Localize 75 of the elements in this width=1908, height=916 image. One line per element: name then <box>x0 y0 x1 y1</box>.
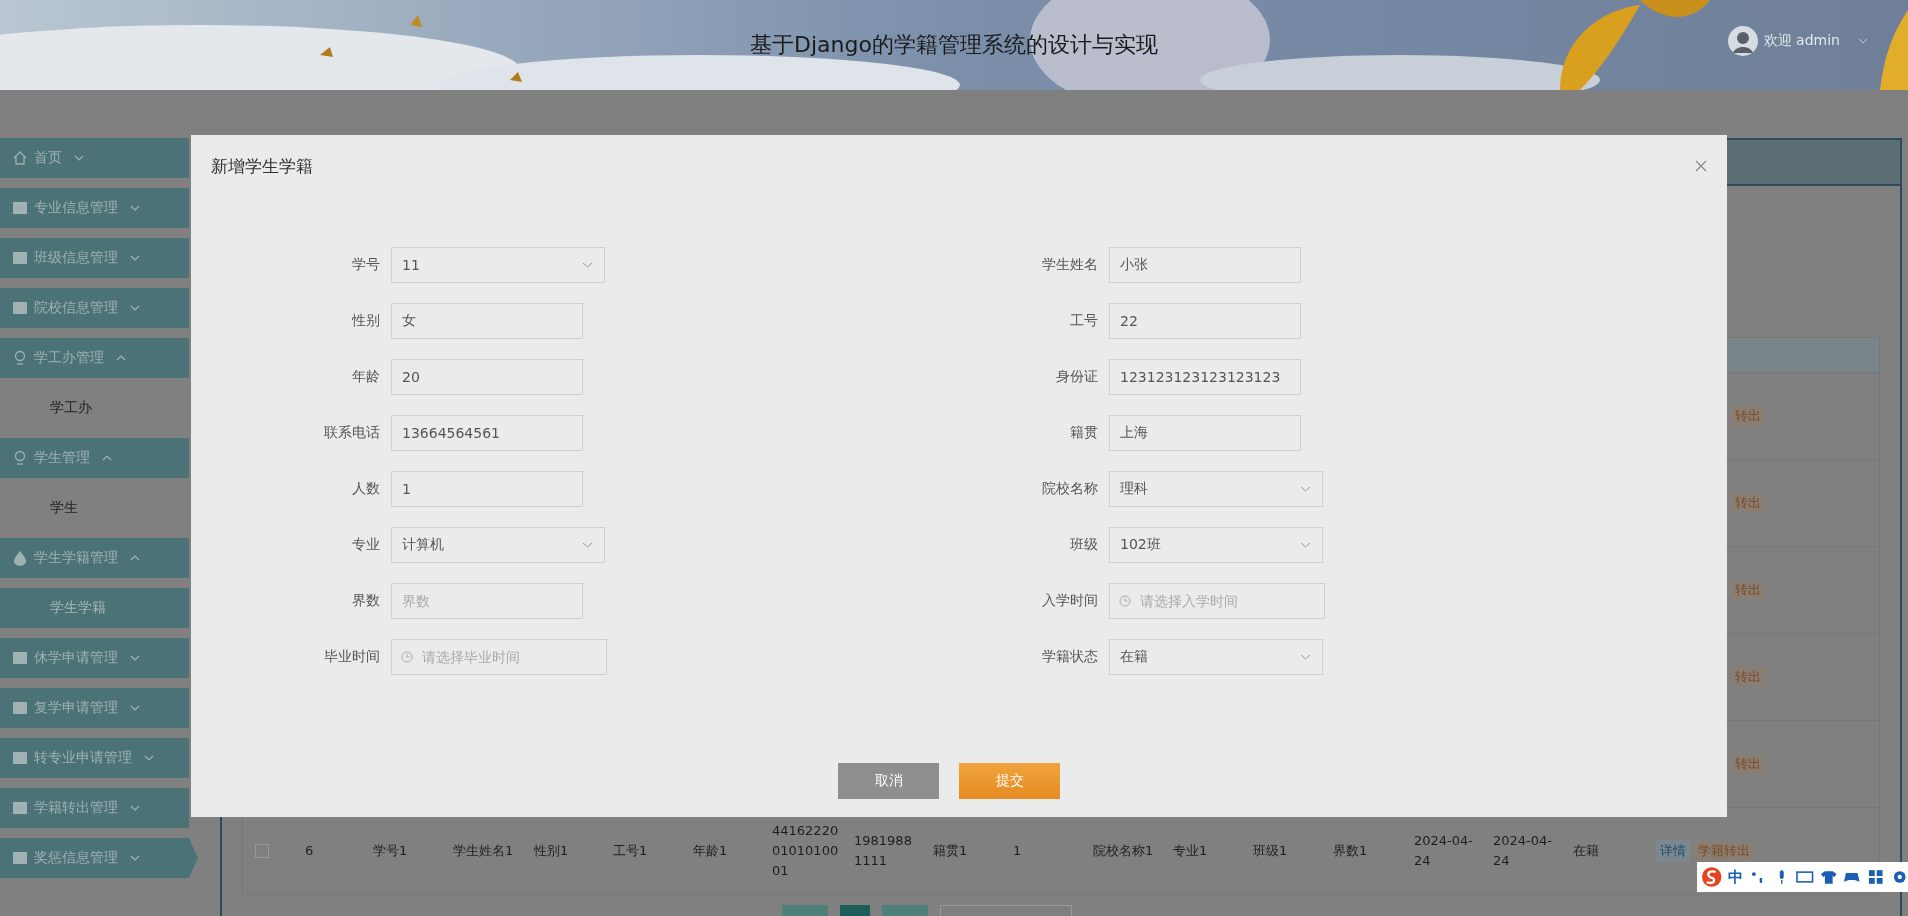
field-label: 性别 <box>350 312 380 330</box>
select-field[interactable]: 在籍 <box>1109 639 1323 675</box>
table-cell-text: 在籍 <box>1573 842 1600 860</box>
table-cell-text: 2024-04-24 <box>1414 832 1474 870</box>
sidebar-item[interactable]: 专业信息管理 <box>0 188 189 228</box>
transfer-link[interactable]: 转出 <box>1731 668 1765 686</box>
transfer-link[interactable]: 学籍转出 <box>1694 842 1754 860</box>
input-field[interactable]: 界数 <box>391 583 583 619</box>
sidebar-item[interactable]: 学生学籍管理 <box>0 538 189 578</box>
input-field[interactable]: 女 <box>391 303 583 339</box>
sidebar-item[interactable]: 学生管理 <box>0 438 189 478</box>
table-cell-text: 工号1 <box>613 842 649 860</box>
field-label: 院校名称 <box>1041 480 1098 498</box>
field-label: 籍贯 <box>1069 424 1098 442</box>
table-cell-text: 界数1 <box>1333 842 1369 860</box>
input-field[interactable]: 小张 <box>1109 247 1301 283</box>
sidebar-item[interactable]: 奖惩信息管理 <box>0 838 198 878</box>
system-title: 基于Django的学籍管理系统的设计与实现 <box>750 31 1158 59</box>
input-field[interactable]: 1 <box>391 471 583 507</box>
transfer-link[interactable]: 转出 <box>1731 494 1765 512</box>
select-field[interactable]: 理科 <box>1109 471 1323 507</box>
field-label: 专业 <box>351 536 380 554</box>
input-field[interactable]: 20 <box>391 359 583 395</box>
field-label: 联系电话 <box>323 424 380 442</box>
table-cell-text: 籍贯1 <box>933 842 969 860</box>
field-label: 入学时间 <box>1041 592 1098 610</box>
input-field[interactable]: 123123123123123123 <box>1109 359 1301 395</box>
sidebar-item[interactable]: 学籍转出管理 <box>0 788 189 828</box>
table-cell-text: 班级1 <box>1253 842 1289 860</box>
table-cell-text: 专业1 <box>1173 842 1209 860</box>
sidebar-item[interactable]: 复学申请管理 <box>0 688 189 728</box>
table-cell-text: 年龄1 <box>693 842 729 860</box>
date-field[interactable]: 请选择毕业时间 <box>391 639 607 675</box>
welcome-user[interactable]: 欢迎 admin <box>1763 32 1840 50</box>
transfer-link[interactable]: 转出 <box>1731 407 1765 425</box>
sidebar-item[interactable]: 院校信息管理 <box>0 288 189 328</box>
table-cell-text: 学生姓名1 <box>453 842 515 860</box>
select-field[interactable]: 计算机 <box>391 527 605 563</box>
table-cell-text: 2024-04-24 <box>1493 832 1553 870</box>
detail-link[interactable]: 详情 <box>1656 840 1690 862</box>
sidebar-item[interactable]: 学工办管理 <box>0 338 189 378</box>
sidebar-item[interactable]: 首页 <box>0 138 189 178</box>
input-field[interactable]: 13664564561 <box>391 415 583 451</box>
field-label: 身份证 <box>1055 368 1098 386</box>
transfer-link[interactable]: 转出 <box>1731 755 1765 773</box>
field-label: 班级 <box>1069 536 1098 554</box>
sidebar-item[interactable]: 转专业申请管理 <box>0 738 189 778</box>
sidebar-subitem[interactable]: 学生学籍 <box>0 588 189 628</box>
table-cell-text: 6 <box>305 842 315 860</box>
submit-button[interactable]: 提交 <box>959 763 1060 799</box>
table-cell-text: 19819881111 <box>854 832 913 870</box>
field-label: 学号 <box>351 256 380 274</box>
sidebar-item[interactable]: 休学申请管理 <box>0 638 189 678</box>
table-cell-text: 学号1 <box>373 842 409 860</box>
input-field[interactable]: 上海 <box>1109 415 1301 451</box>
date-field[interactable]: 请选择入学时间 <box>1109 583 1325 619</box>
select-field[interactable]: 102班 <box>1109 527 1323 563</box>
field-label: 学籍状态 <box>1041 648 1098 666</box>
table-cell-text: 院校名称1 <box>1093 842 1155 860</box>
field-label: 工号 <box>1069 312 1098 330</box>
field-label: 界数 <box>351 592 380 610</box>
cancel-button[interactable]: 取消 <box>838 763 939 799</box>
table-cell-text: 性别1 <box>534 842 570 860</box>
field-label: 人数 <box>351 480 380 498</box>
table-cell-text: 441622200101010001 <box>772 822 840 880</box>
field-label: 学生姓名 <box>1041 256 1098 274</box>
select-field[interactable]: 11 <box>391 247 605 283</box>
transfer-link[interactable]: 转出 <box>1731 581 1765 599</box>
table-cell-text: 1 <box>1013 842 1023 860</box>
field-label: 毕业时间 <box>323 648 380 666</box>
dialog-title: 新增学生学籍 <box>211 154 313 178</box>
ime-mode[interactable]: 中 <box>1728 867 1744 887</box>
sidebar-item[interactable]: 班级信息管理 <box>0 238 189 278</box>
field-label: 年龄 <box>351 368 380 386</box>
input-field[interactable]: 22 <box>1109 303 1301 339</box>
